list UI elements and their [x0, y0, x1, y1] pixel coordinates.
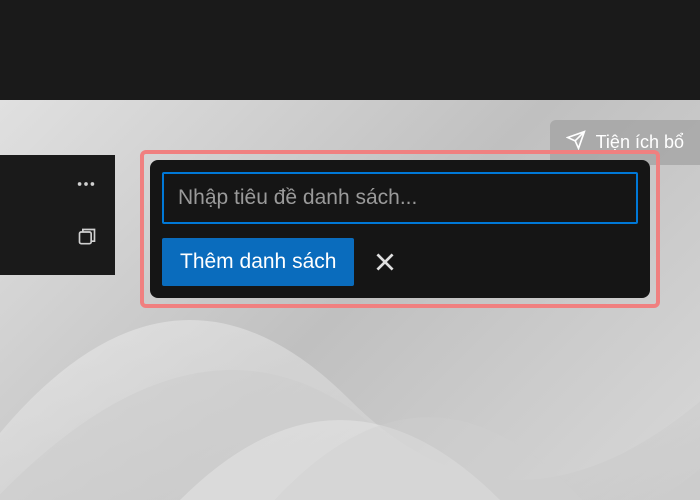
add-list-panel: Thêm danh sách: [150, 160, 650, 298]
sidebar-strip: [0, 155, 115, 275]
close-icon[interactable]: [372, 249, 398, 275]
highlight-annotation: Thêm danh sách: [140, 150, 660, 308]
content-area: Tiện ích bổ Thêm danh sách: [0, 100, 700, 500]
list-title-input[interactable]: [162, 172, 638, 224]
button-row: Thêm danh sách: [162, 238, 638, 286]
add-list-button[interactable]: Thêm danh sách: [162, 238, 354, 286]
more-options-button[interactable]: [75, 173, 97, 195]
template-icon-button[interactable]: [77, 227, 97, 247]
top-bar: [0, 0, 700, 100]
